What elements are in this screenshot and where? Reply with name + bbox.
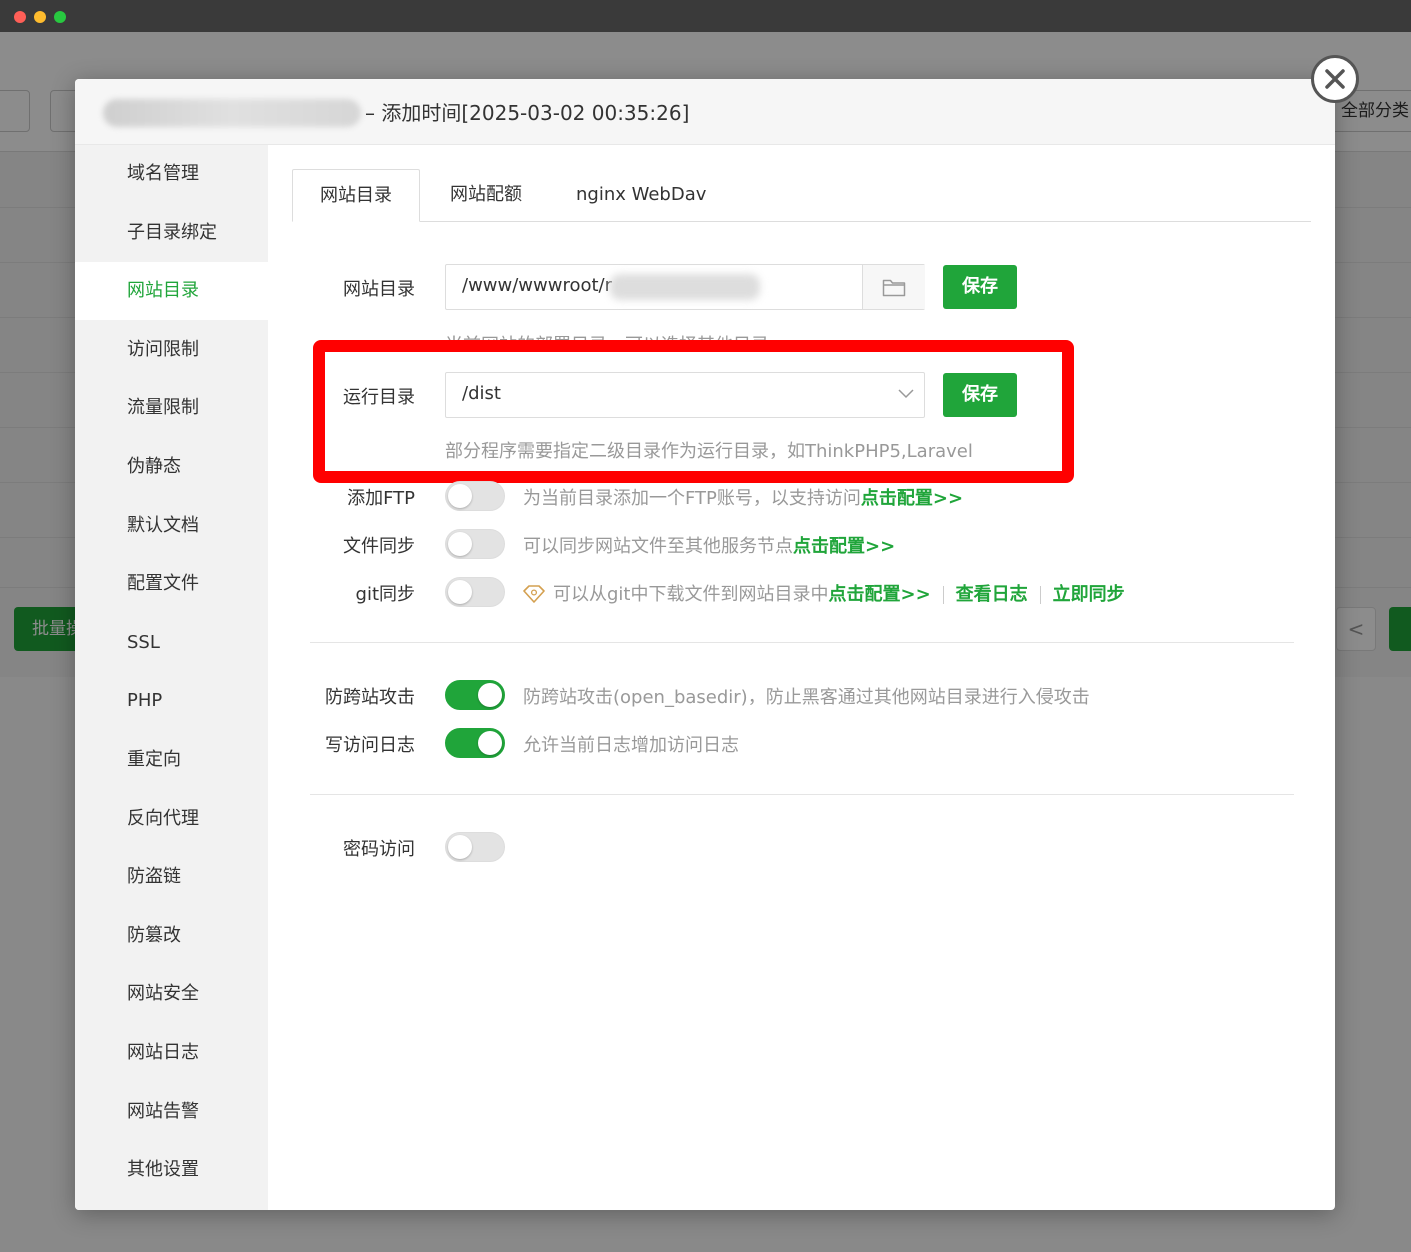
password-access-toggle[interactable] — [445, 832, 505, 862]
sidebar-item-rewrite[interactable]: 伪静态 — [75, 438, 268, 496]
close-icon — [1325, 69, 1345, 89]
window-titlebar — [0, 0, 1411, 32]
git-sync-description: 可以从git中下载文件到网站目录中点击配置>> 查看日志 立即同步 — [523, 580, 1125, 606]
anti-xss-toggle[interactable] — [445, 680, 505, 710]
sidebar-item-tamper-proof[interactable]: 防篡改 — [75, 907, 268, 965]
access-log-label: 写访问日志 — [325, 735, 415, 756]
file-sync-toggle[interactable] — [445, 529, 505, 559]
sidebar-item-other-settings[interactable]: 其他设置 — [75, 1141, 268, 1199]
ftp-label: 添加FTP — [347, 488, 415, 509]
sidebar-item-site-security[interactable]: 网站安全 — [75, 965, 268, 1023]
close-dialog-button[interactable] — [1311, 55, 1359, 103]
folder-icon — [882, 279, 906, 297]
anti-xss-label: 防跨站攻击 — [325, 687, 415, 708]
toggle-knob — [448, 484, 472, 508]
password-access-label: 密码访问 — [343, 839, 415, 860]
sidebar-item-hotlink[interactable]: 防盗链 — [75, 848, 268, 906]
ftp-description: 为当前目录添加一个FTP账号，以支持访问点击配置>> — [523, 484, 963, 510]
highlight-annotation-box — [313, 340, 1074, 483]
sidebar-item-reverse-proxy[interactable]: 反向代理 — [75, 790, 268, 848]
view-log-link[interactable]: 查看日志 — [956, 584, 1028, 605]
access-log-description: 允许当前日志增加访问日志 — [523, 735, 739, 756]
git-sync-label: git同步 — [355, 584, 415, 605]
file-sync-desc-text: 可以同步网站文件至其他服务节点 — [523, 536, 793, 557]
toggle-knob — [478, 731, 502, 755]
link-separator — [942, 586, 944, 604]
tab-site-quota[interactable]: 网站配额 — [450, 169, 522, 222]
sidebar-item-redirect[interactable]: 重定向 — [75, 731, 268, 789]
dialog-header: – 添加时间[2025-03-02 00:35:26] — [75, 79, 1335, 145]
sidebar-item-domain[interactable]: 域名管理 — [75, 145, 268, 203]
sidebar-item-traffic-limit[interactable]: 流量限制 — [75, 379, 268, 437]
section-divider — [310, 794, 1294, 795]
site-dir-value: /www/wwwroot/r — [462, 275, 613, 296]
settings-sidebar: 域名管理 子目录绑定 网站目录 访问限制 流量限制 伪静态 默认文档 配置文件 … — [75, 145, 268, 1210]
file-sync-configure-link[interactable]: 点击配置>> — [793, 536, 895, 557]
sidebar-item-access-limit[interactable]: 访问限制 — [75, 321, 268, 379]
toggle-knob — [448, 532, 472, 556]
file-sync-description: 可以同步网站文件至其他服务节点点击配置>> — [523, 532, 895, 558]
browse-folder-button[interactable] — [862, 265, 925, 309]
site-dir-input[interactable]: /www/wwwroot/r — [445, 264, 925, 310]
sidebar-item-site-alert[interactable]: 网站告警 — [75, 1083, 268, 1141]
vip-diamond-icon — [523, 585, 545, 603]
git-configure-link[interactable]: 点击配置>> — [828, 584, 930, 605]
git-sync-toggle[interactable] — [445, 577, 505, 607]
sidebar-item-php[interactable]: PHP — [75, 672, 268, 730]
tab-nginx-webdav[interactable]: nginx WebDav — [576, 169, 706, 222]
close-window-button[interactable] — [14, 11, 26, 23]
access-log-toggle[interactable] — [445, 728, 505, 758]
tab-site-directory[interactable]: 网站目录 — [292, 169, 420, 222]
sidebar-item-site-directory[interactable]: 网站目录 — [75, 262, 268, 321]
minimize-window-button[interactable] — [34, 11, 46, 23]
file-sync-label: 文件同步 — [343, 536, 415, 557]
sidebar-item-ssl[interactable]: SSL — [75, 614, 268, 672]
dialog-title: – 添加时间[2025-03-02 00:35:26] — [365, 101, 690, 125]
ftp-desc-text: 为当前目录添加一个FTP账号，以支持访问 — [523, 488, 861, 509]
sidebar-item-default-doc[interactable]: 默认文档 — [75, 497, 268, 555]
redacted-path — [610, 274, 760, 300]
ftp-toggle[interactable] — [445, 481, 505, 511]
git-sync-desc-text: 可以从git中下载文件到网站目录中 — [553, 584, 829, 605]
anti-xss-description: 防跨站攻击(open_basedir)，防止黑客通过其他网站目录进行入侵攻击 — [523, 687, 1090, 708]
sidebar-item-site-log[interactable]: 网站日志 — [75, 1024, 268, 1082]
sidebar-item-config-file[interactable]: 配置文件 — [75, 555, 268, 613]
section-divider — [310, 642, 1294, 643]
toggle-knob — [448, 580, 472, 604]
maximize-window-button[interactable] — [54, 11, 66, 23]
toggle-knob — [478, 683, 502, 707]
site-dir-label: 网站目录 — [343, 279, 415, 300]
redacted-site-name — [103, 99, 361, 127]
toggle-knob — [448, 835, 472, 859]
sync-now-link[interactable]: 立即同步 — [1053, 584, 1125, 605]
tab-bar: 网站目录 网站配额 nginx WebDav — [292, 169, 1311, 222]
sidebar-item-subdir-binding[interactable]: 子目录绑定 — [75, 204, 268, 262]
link-separator — [1039, 586, 1041, 604]
site-settings-dialog: – 添加时间[2025-03-02 00:35:26] 域名管理 子目录绑定 网… — [75, 79, 1335, 1210]
ftp-configure-link[interactable]: 点击配置>> — [861, 488, 963, 509]
save-site-dir-button[interactable]: 保存 — [943, 265, 1017, 309]
